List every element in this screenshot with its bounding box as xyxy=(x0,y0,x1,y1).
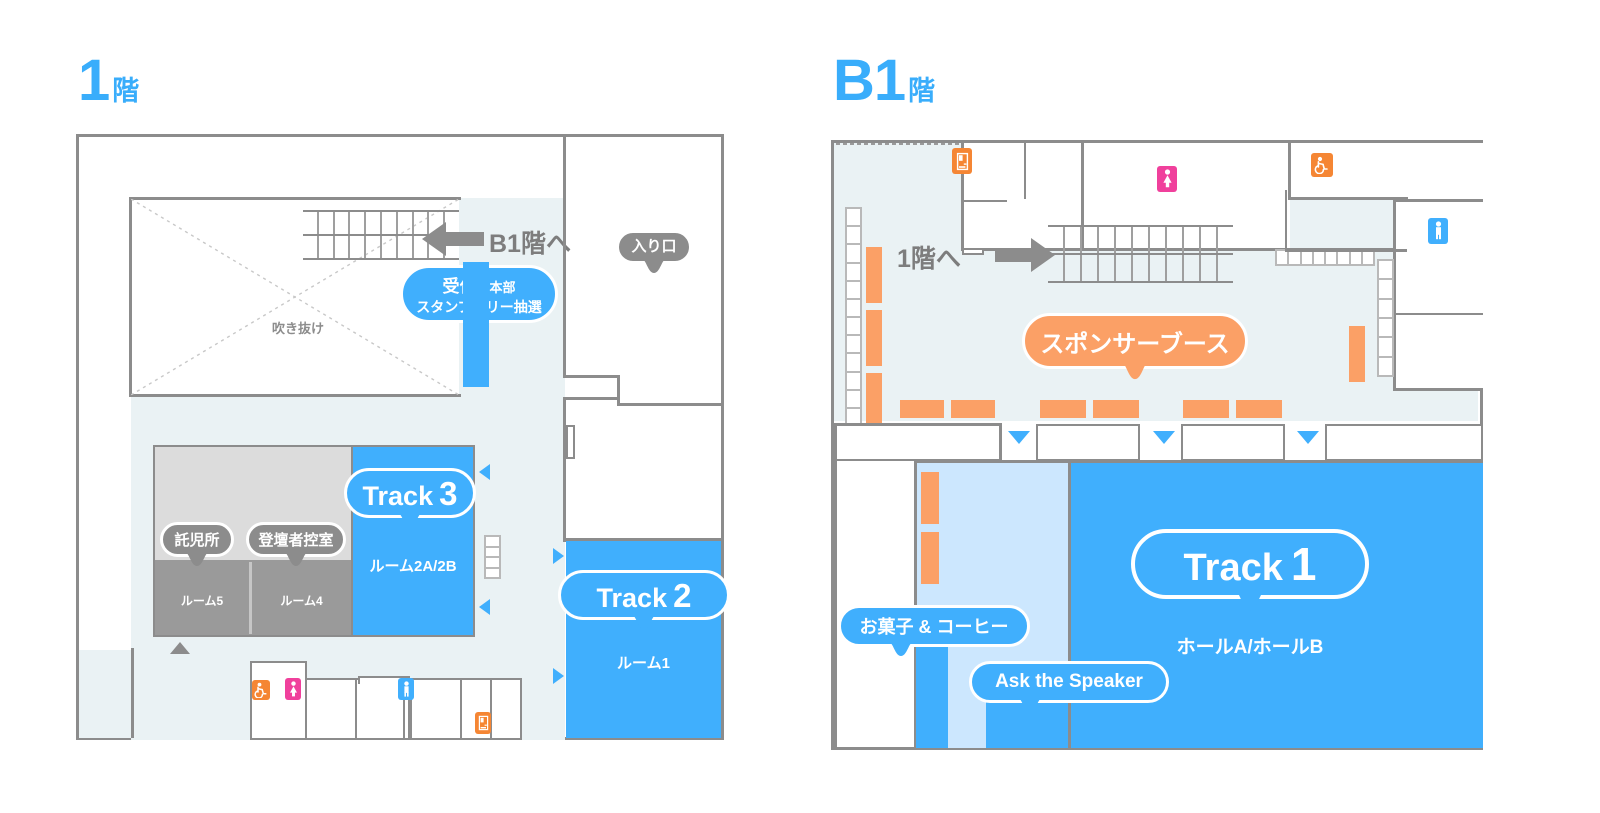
ask-the-speaker-bubble[interactable]: Ask the Speaker xyxy=(969,661,1169,712)
booth-block-5 xyxy=(1183,400,1229,418)
booth-gap-arrow-3-icon xyxy=(1297,431,1319,444)
booth-block-6 xyxy=(1236,400,1282,418)
floor-map-page: 1階 吹き抜け B1階へ 入り口 受付 ・本部 ルーム1 Track 2 ルーム… xyxy=(0,0,1600,813)
womens-toilet-icon xyxy=(1157,166,1177,192)
snack-coffee-label: お菓子 & コーヒー xyxy=(859,617,1009,637)
track1-bubble[interactable]: Track 1 xyxy=(1131,529,1369,611)
track1-hall-wall-top xyxy=(1068,460,1483,463)
floorB1-booth-bar-right-1 xyxy=(1349,326,1365,382)
snack-coffee-bubble-tail xyxy=(889,642,913,656)
floorB1-right-room-bottom xyxy=(1393,388,1483,391)
floorB1-dashed-edge xyxy=(836,143,966,145)
ask-the-speaker-label: Ask the Speaker xyxy=(995,671,1143,692)
accessible-toilet-icon xyxy=(1311,153,1333,177)
snack-area-wall-top xyxy=(914,460,1068,463)
floorB1-top-room3-left xyxy=(1288,143,1291,199)
floorB1-right-stairs xyxy=(1377,259,1394,377)
floorB1-top-door-1 xyxy=(962,248,984,255)
booth-block-3 xyxy=(1040,400,1086,418)
floorB1-direction-to-1f: 1階へ xyxy=(897,245,961,273)
floorB1-top-ledge xyxy=(1285,249,1407,252)
snack-counter-2 xyxy=(921,532,939,584)
floorB1-top-room1-inner xyxy=(961,200,1007,202)
floorB1-lower-wall-left xyxy=(834,423,837,748)
sponsor-booth-bubble-tail xyxy=(1121,362,1149,380)
booth-block-1 xyxy=(900,400,944,418)
floorB1-booth-bar-left-3 xyxy=(866,373,882,429)
booth-box-1 xyxy=(834,424,1001,461)
track1-hall-fill xyxy=(1070,462,1483,748)
floorB1-lower-wall-a xyxy=(834,423,1001,426)
booth-box-4 xyxy=(1325,424,1483,461)
track1-hall-wall-left xyxy=(1068,460,1071,748)
booth-block-4 xyxy=(1093,400,1139,418)
booth-gap-arrow-1-icon xyxy=(1008,431,1030,444)
track1-label: Track xyxy=(1183,547,1283,589)
floorB1-arrow-to-1f-icon xyxy=(995,238,1055,272)
floorB1-right-room-top xyxy=(1393,199,1483,202)
floorB1-booth-bar-left-2 xyxy=(866,310,882,366)
ask-the-speaker-bubble-tail xyxy=(1018,698,1042,712)
sponsor-booth-bubble[interactable]: スポンサーブース xyxy=(1022,313,1248,380)
floorB1-right-room-divider xyxy=(1393,313,1483,315)
floorB1-map: 1階へ スポンサーブース Track 1 ホールA/ホールB お菓子 & コーヒ… xyxy=(0,0,1600,813)
booth-box-2 xyxy=(1036,424,1140,461)
floorB1-booth-bar-left-1 xyxy=(866,247,882,303)
floorB1-top-room1-divider xyxy=(1024,143,1026,199)
sponsor-booth-label: スポンサーブース xyxy=(1040,330,1230,358)
vending-machine-icon xyxy=(952,148,972,174)
track1-number: 1 xyxy=(1290,538,1317,590)
floorB1-top-partition xyxy=(1285,190,1287,250)
floorB1-top-horizontal-steps xyxy=(1275,249,1375,266)
snack-counter-1 xyxy=(921,472,939,524)
floorB1-stairs-midline xyxy=(1048,253,1233,255)
track1-hall-name: ホールA/ホールB xyxy=(1176,637,1324,658)
track1-bubble-tail xyxy=(1235,591,1265,611)
booth-block-2 xyxy=(951,400,995,418)
mens-toilet-icon xyxy=(1428,218,1448,244)
booth-gap-arrow-2-icon xyxy=(1153,431,1175,444)
floorB1-top-room3-bottom xyxy=(1288,197,1408,200)
snack-coffee-bubble[interactable]: お菓子 & コーヒー xyxy=(838,605,1030,656)
floorB1-lower-wall-b xyxy=(999,423,1002,463)
booth-box-3 xyxy=(1181,424,1285,461)
floorB1-left-stairs xyxy=(845,207,862,427)
